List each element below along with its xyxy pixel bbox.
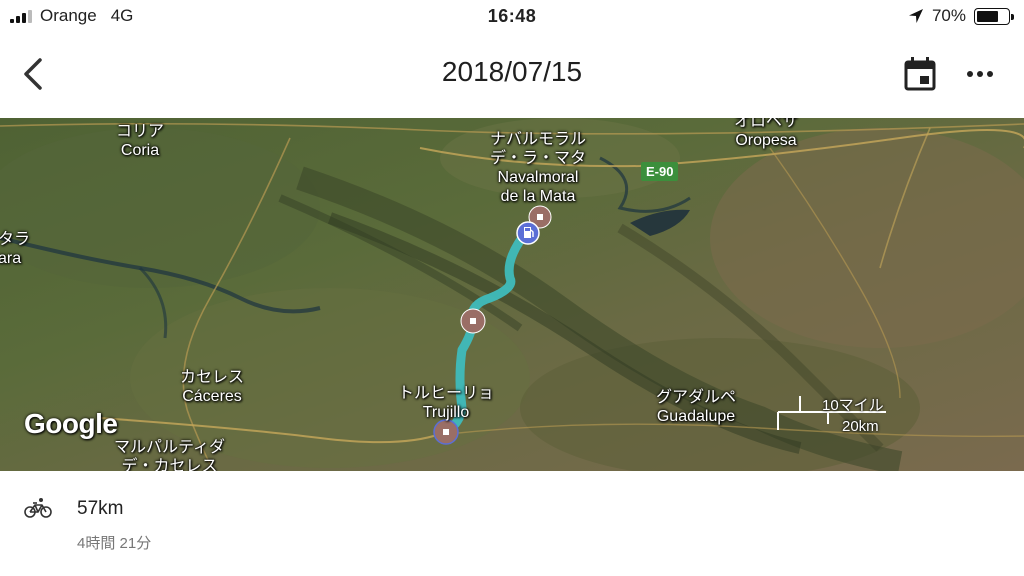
calendar-icon <box>904 57 936 91</box>
more-options-button[interactable] <box>960 54 1000 94</box>
place-label-malpartida: マルパルティダ デ・カセレス <box>114 439 226 471</box>
place-label-navalmoral: ナバルモラル デ・ラ・マタ Navalmoral de la Mata <box>490 131 587 205</box>
place-label-trujillo: トルヒーリョ Trujillo <box>398 385 495 421</box>
page-title: 2018/07/15 <box>441 56 583 87</box>
trip-distance: 57km <box>77 498 124 519</box>
bicycle-icon <box>24 498 52 518</box>
status-right: 70% <box>908 6 1014 26</box>
road-badge-e90: E-90 <box>641 162 679 181</box>
place-label-oropesa: オロペサ Oropesa <box>734 118 799 149</box>
battery-percent: 70% <box>931 6 966 25</box>
scale-miles: 10マイル <box>822 397 884 414</box>
fuel-station-icon[interactable] <box>515 220 541 246</box>
battery-icon <box>974 7 1014 25</box>
place-label-guadalupe: グアダルペ Guadalupe <box>656 389 737 425</box>
route-map[interactable]: コリア Coria ナバルモラル デ・ラ・マタ Navalmoral de la … <box>0 118 1024 471</box>
scale-km: 20km <box>842 418 879 435</box>
trip-duration: 4時間 21分 <box>77 535 152 552</box>
nav-bar: 2018/07/15 <box>0 34 1024 118</box>
place-label-caceres: カセレス Cáceres <box>180 369 245 405</box>
location-arrow-icon <box>908 9 923 23</box>
battery-level <box>977 10 998 22</box>
status-bar: Orange 4G 16:48 70% <box>0 0 1024 34</box>
google-logo: Google <box>24 408 118 439</box>
calendar-button[interactable] <box>900 54 940 94</box>
map-scale: 10マイル 20km <box>776 394 896 435</box>
place-label-west: タラ ara <box>0 231 31 267</box>
stop-marker-icon[interactable] <box>432 418 460 446</box>
stop-marker-icon[interactable] <box>459 307 487 335</box>
place-label-coria: コリア Coria <box>116 123 165 159</box>
clock: 16:48 <box>487 6 537 26</box>
trip-summary[interactable]: 57km 4時間 21分 <box>0 471 1024 576</box>
more-horizontal-icon <box>967 71 993 77</box>
